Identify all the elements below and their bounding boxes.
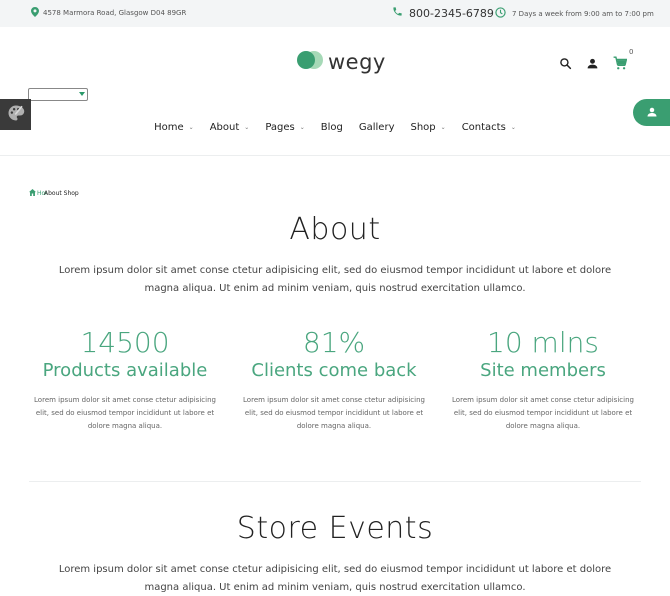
language-select[interactable] <box>28 88 88 101</box>
logo-text: wegy <box>328 50 386 74</box>
stat-products: 14500 Products available Lorem ipsum dol… <box>25 328 225 433</box>
events-text: Lorem ipsum dolor sit amet conse ctetur … <box>58 564 612 593</box>
phone-icon <box>392 6 403 20</box>
stat-description: Lorem ipsum dolor sit amet conse ctetur … <box>452 396 634 430</box>
phone-number[interactable]: 800-2345-6789 <box>409 7 494 20</box>
stat-clients: 81% Clients come back Lorem ipsum dolor … <box>234 328 434 433</box>
nav-blog[interactable]: Blog <box>313 119 351 135</box>
home-icon <box>29 189 36 198</box>
nav-gallery[interactable]: Gallery <box>351 119 403 135</box>
stat-label: Site members <box>480 360 606 381</box>
cart-icon <box>613 55 628 74</box>
top-bar: 4578 Marmora Road, Glasgow D04 89GR 800-… <box>0 0 670 27</box>
chevron-down-icon: ⌄ <box>440 123 446 131</box>
stat-label: Products available <box>42 360 208 381</box>
cart-button[interactable]: 0 <box>613 48 633 74</box>
breadcrumb: Home About Shop <box>29 189 79 198</box>
events-title: Store Events <box>236 511 434 546</box>
breadcrumb-current: About Shop <box>44 190 79 197</box>
chevron-down-icon <box>79 92 85 96</box>
clock-icon <box>495 7 506 20</box>
map-pin-icon <box>31 7 39 19</box>
nav-label: Gallery <box>358 121 395 133</box>
nav-label: Contacts <box>461 121 506 133</box>
phone[interactable]: 800-2345-6789 <box>392 6 494 20</box>
header-actions: 0 <box>559 48 633 74</box>
main-nav: Home ⌄ About ⌄ Pages ⌄ Blog Gallery Shop… <box>0 119 670 135</box>
chevron-down-icon: ⌄ <box>244 123 250 131</box>
nav-about[interactable]: About ⌄ <box>202 119 258 135</box>
nav-home[interactable]: Home ⌄ <box>146 119 202 135</box>
about-title: About <box>289 212 381 247</box>
stat-description: Lorem ipsum dolor sit amet conse ctetur … <box>34 396 216 430</box>
nav-pages[interactable]: Pages ⌄ <box>257 119 312 135</box>
nav-contacts[interactable]: Contacts ⌄ <box>454 119 524 135</box>
user-icon[interactable] <box>586 55 599 74</box>
nav-shop[interactable]: Shop ⌄ <box>403 119 454 135</box>
about-text: Lorem ipsum dolor sit amet conse ctetur … <box>58 265 612 294</box>
stat-members: 10 mlns Site members Lorem ipsum dolor s… <box>443 328 643 433</box>
nav-label: Home <box>154 121 184 133</box>
stat-number: 10 mlns <box>487 326 599 359</box>
hours-text: 7 Days a week from 9:00 am to 7:00 pm <box>512 9 654 18</box>
stat-label: Clients come back <box>251 360 417 381</box>
nav-label: Pages <box>265 121 295 133</box>
chevron-down-icon: ⌄ <box>299 123 305 131</box>
stat-number: 81% <box>302 326 366 359</box>
header-divider <box>0 155 670 156</box>
chevron-down-icon: ⌄ <box>510 123 516 131</box>
stat-description: Lorem ipsum dolor sit amet conse ctetur … <box>243 396 425 430</box>
logo[interactable]: wegy <box>296 50 386 74</box>
address: 4578 Marmora Road, Glasgow D04 89GR <box>31 7 186 19</box>
stat-number: 14500 <box>80 326 170 359</box>
search-icon[interactable] <box>559 55 572 74</box>
nav-label: Shop <box>410 121 436 133</box>
logo-mark-icon <box>296 50 324 74</box>
opening-hours: 7 Days a week from 9:00 am to 7:00 pm <box>495 7 654 20</box>
section-divider <box>29 481 641 482</box>
chevron-down-icon: ⌄ <box>188 123 194 131</box>
cart-count: 0 <box>629 48 634 56</box>
address-text: 4578 Marmora Road, Glasgow D04 89GR <box>43 9 187 17</box>
nav-label: About <box>209 121 240 133</box>
nav-label: Blog <box>320 121 343 133</box>
